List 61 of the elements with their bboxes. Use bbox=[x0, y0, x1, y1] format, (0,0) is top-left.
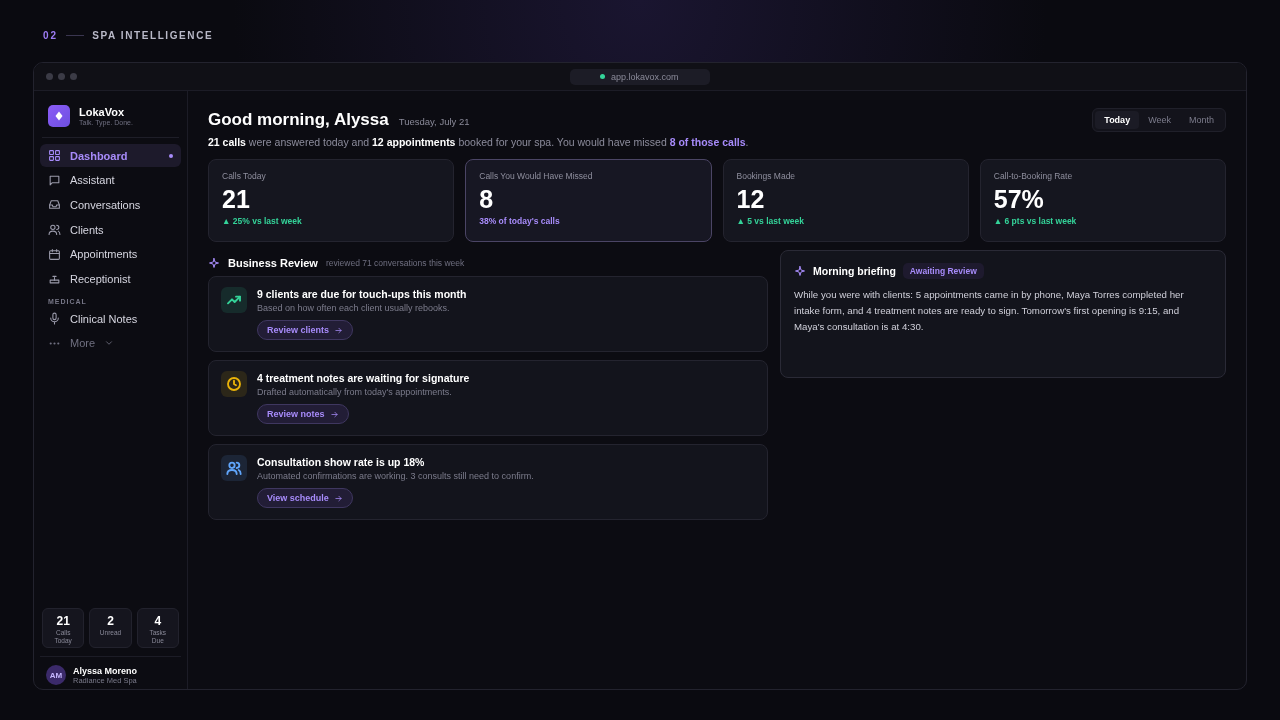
action-button[interactable]: View schedule bbox=[257, 488, 353, 508]
stat-change: ▲ 5 vs last week bbox=[736, 216, 805, 226]
insight-title: 4 treatment notes are waiting for signature bbox=[257, 372, 470, 384]
people-icon bbox=[48, 223, 61, 237]
microphone-icon bbox=[48, 312, 61, 326]
address-bar[interactable]: app.lokavox.com bbox=[570, 68, 710, 85]
stat-value: 21 bbox=[56, 614, 70, 628]
stat-label: Bookings Made bbox=[736, 171, 797, 181]
stat-change: ▲ 6 pts vs last week bbox=[993, 216, 1078, 226]
calendar-icon bbox=[48, 247, 61, 261]
status-badge: Awaiting Review bbox=[902, 263, 984, 279]
sparkle-icon bbox=[794, 265, 806, 277]
nav-item[interactable]: Dashboard bbox=[40, 144, 181, 167]
arrow-right-icon bbox=[334, 325, 344, 335]
stat-value: 21 bbox=[222, 184, 251, 214]
stat-value: 4 bbox=[154, 614, 162, 628]
chat-bubble-icon bbox=[48, 173, 61, 187]
action-button[interactable]: Review clients bbox=[257, 320, 354, 340]
summary-text: 21 calls were answered today and 12 appointments booked for your spa. You would have missed 8 of those calls. bbox=[208, 136, 750, 148]
section-number: 02 bbox=[43, 29, 59, 41]
greeting-heading: Good morning, Alyssa bbox=[208, 110, 389, 130]
briefing-text: While you were with clients: 5 appointments came in by phone, Maya Torres completed her intake form, and 4 treatment notes are ready to sign. Tomorrow's first opening is 9:15, and Maya's consultation is at 4:30. bbox=[794, 288, 1185, 334]
stat-label: Call-to-Booking Rate bbox=[993, 171, 1074, 181]
date-label: Tuesday, July 21 bbox=[398, 116, 470, 127]
more-menu[interactable]: More bbox=[40, 331, 181, 355]
section-heading: Business Review bbox=[228, 257, 318, 269]
section-subtitle: reviewed 71 conversations this week bbox=[325, 258, 465, 268]
insight-description: Drafted automatically from today's appointments. bbox=[257, 387, 452, 397]
brand-name: LokaVox bbox=[79, 106, 126, 118]
briefing-title: Morning briefing bbox=[813, 265, 896, 277]
insight-title: 9 clients are due for touch-ups this month bbox=[257, 288, 467, 300]
inbox-icon bbox=[48, 198, 61, 212]
nav-item[interactable]: Clients bbox=[40, 218, 181, 242]
logo-icon bbox=[48, 105, 70, 127]
stat-value: 2 bbox=[107, 614, 114, 628]
period-tab[interactable]: Week bbox=[1139, 111, 1180, 129]
arrow-right-icon bbox=[333, 493, 343, 503]
nav-item[interactable]: Clinical Notes bbox=[40, 307, 181, 331]
user-name: Alyssa Moreno bbox=[73, 665, 138, 676]
section-title: SPA INTELLIGENCE bbox=[92, 29, 214, 41]
stat-value: 8 bbox=[479, 184, 495, 214]
nav-item[interactable]: Conversations bbox=[40, 193, 181, 217]
action-button[interactable]: Review notes bbox=[257, 404, 349, 424]
avatar: AM bbox=[46, 665, 66, 685]
insight-description: Based on how often each client usually rebooks. bbox=[257, 303, 450, 313]
period-tab[interactable]: Month bbox=[1180, 111, 1223, 129]
sparkle-icon bbox=[208, 257, 220, 269]
grid-icon bbox=[48, 149, 61, 162]
stat-change: 38% of today's calls bbox=[479, 216, 561, 226]
nav-item[interactable]: Assistant bbox=[40, 168, 181, 192]
nav-item[interactable]: Receptionist bbox=[40, 267, 181, 291]
stat-value: 57% bbox=[993, 184, 1045, 214]
insight-title: Consultation show rate is up 18% bbox=[257, 456, 425, 468]
stat-label: Calls You Would Have Missed bbox=[479, 171, 594, 181]
arrow-right-icon bbox=[329, 409, 339, 419]
nav-item[interactable]: Appointments bbox=[40, 242, 181, 266]
stat-change: ▲ 25% vs last week bbox=[222, 216, 303, 226]
period-tab[interactable]: Today bbox=[1095, 111, 1140, 129]
stat-value: 12 bbox=[736, 184, 766, 214]
stat-label: Calls Today bbox=[222, 171, 267, 181]
insight-description: Automated confirmations are working. 3 consults still need to confirm. bbox=[257, 471, 534, 481]
